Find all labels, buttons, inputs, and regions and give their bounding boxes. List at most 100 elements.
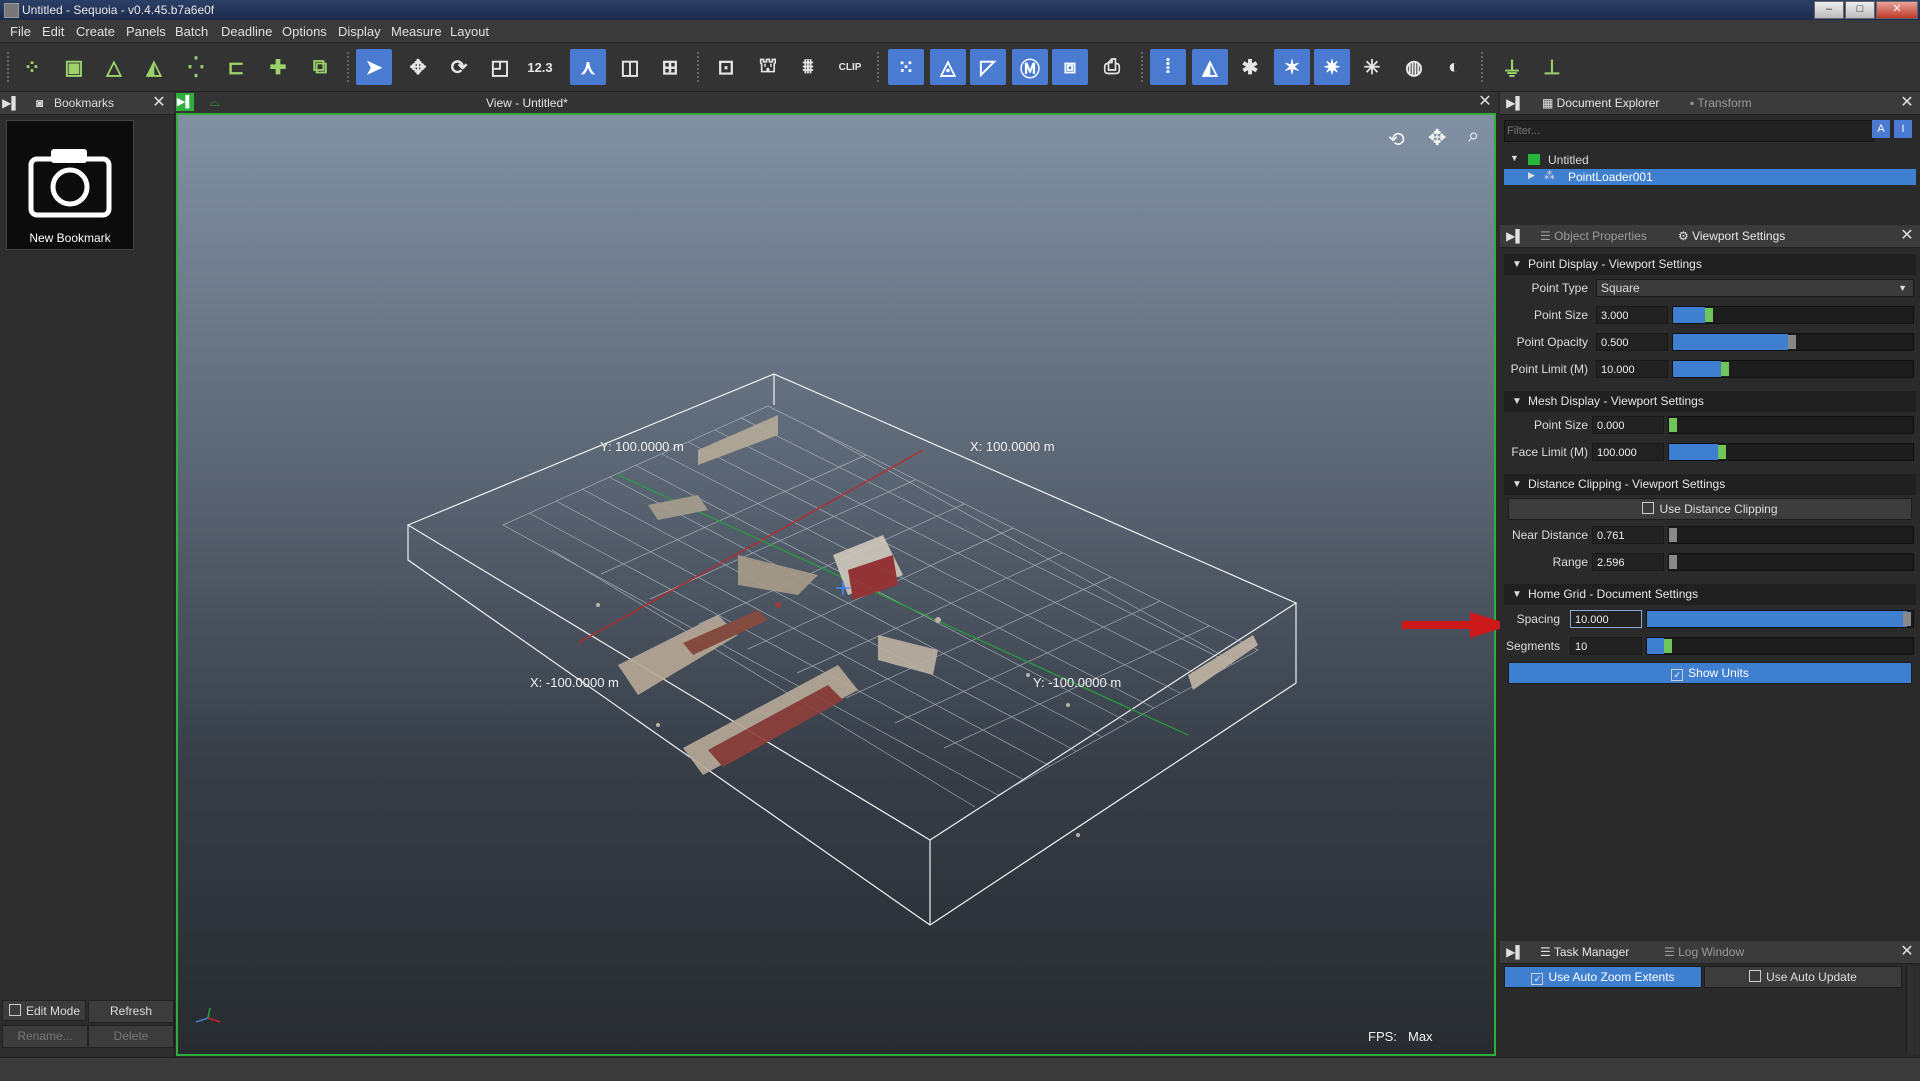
- grid-icon[interactable]: ⊞: [652, 49, 688, 85]
- 3d-viewport[interactable]: ⟲ ✥ ⌕ Y: 100.0000 m X: 100.0000 m X: -10…: [176, 113, 1496, 1056]
- axes-icon[interactable]: ⋏: [570, 49, 606, 85]
- panel-toggle-icon[interactable]: ▶▌: [1506, 94, 1524, 112]
- light-icon[interactable]: ✳: [1354, 49, 1390, 85]
- near-distance-slider[interactable]: [1668, 526, 1914, 544]
- use-auto-update-checkbox[interactable]: Use Auto Update: [1704, 966, 1902, 988]
- point-display-section[interactable]: ▼ Point Display - Viewport Settings: [1504, 254, 1916, 275]
- expand-icon[interactable]: ▼: [1510, 153, 1519, 163]
- points-mode-4-icon[interactable]: ✶: [1274, 49, 1310, 85]
- use-auto-zoom-extents-checkbox[interactable]: ✓ Use Auto Zoom Extents: [1504, 966, 1702, 988]
- filter-a-button[interactable]: A: [1872, 120, 1890, 138]
- point-limit-input[interactable]: 10.000: [1596, 360, 1668, 378]
- move-tool-icon[interactable]: ✥: [400, 49, 436, 85]
- distance-clipping-section[interactable]: ▼ Distance Clipping - Viewport Settings: [1504, 474, 1916, 495]
- tab-viewport-settings[interactable]: ⚙ Viewport Settings: [1678, 225, 1785, 247]
- segments-input[interactable]: 10: [1570, 637, 1642, 655]
- mesh-point-size-input[interactable]: 0.000: [1592, 416, 1664, 434]
- delete-button[interactable]: Delete: [88, 1025, 174, 1048]
- rename-button[interactable]: Rename...: [2, 1025, 88, 1048]
- menu-create[interactable]: Create: [76, 24, 115, 39]
- panel-toggle-icon[interactable]: ▶▌: [1506, 943, 1524, 961]
- tab-object-properties[interactable]: ☰ Object Properties: [1540, 225, 1647, 247]
- spacing-slider[interactable]: [1646, 610, 1914, 628]
- menu-options[interactable]: Options: [282, 24, 327, 39]
- show-units-checkbox[interactable]: ✓ Show Units: [1508, 662, 1912, 684]
- point-type-dropdown[interactable]: Square ▼: [1596, 279, 1914, 297]
- menu-display[interactable]: Display: [338, 24, 381, 39]
- points-mode-1-icon[interactable]: ⁞: [1150, 49, 1186, 85]
- scale-tool-icon[interactable]: ◰: [482, 49, 518, 85]
- marker-icon[interactable]: ✚: [260, 49, 296, 85]
- point-opacity-slider[interactable]: [1672, 333, 1914, 351]
- minimize-button[interactable]: –: [1814, 1, 1844, 19]
- rotate-tool-icon[interactable]: ⟳: [441, 49, 477, 85]
- mesh-display-section[interactable]: ▼ Mesh Display - Viewport Settings: [1504, 391, 1916, 412]
- close-icon[interactable]: ✕: [1898, 943, 1916, 961]
- mesh-creator-icon[interactable]: △: [96, 49, 132, 85]
- close-icon[interactable]: ✕: [1898, 94, 1916, 112]
- point-opacity-input[interactable]: 0.500: [1596, 333, 1668, 351]
- clip-icon[interactable]: CLIP: [832, 49, 868, 85]
- points-mode-2-icon[interactable]: ◭: [1192, 49, 1228, 85]
- menu-layout[interactable]: Layout: [450, 24, 489, 39]
- select-tool-icon[interactable]: ➤: [356, 49, 392, 85]
- snapshot-icon[interactable]: ⎙: [1094, 49, 1130, 85]
- tab-document-explorer[interactable]: ▦ Document Explorer: [1542, 92, 1659, 114]
- pivot-reset-icon[interactable]: ⊥: [1534, 49, 1570, 85]
- point-sampler-icon[interactable]: ⊏: [218, 49, 254, 85]
- menu-measure[interactable]: Measure: [391, 24, 442, 39]
- zoom-icon[interactable]: ⌕: [1468, 125, 1479, 148]
- point-size-slider[interactable]: [1672, 306, 1914, 324]
- tab-task-manager[interactable]: ☰ Task Manager: [1540, 941, 1629, 963]
- scene[interactable]: [178, 115, 1494, 1054]
- measure-tool-icon[interactable]: 12.3: [522, 49, 558, 85]
- mesh-point-size-slider[interactable]: [1668, 416, 1914, 434]
- near-distance-input[interactable]: 0.761: [1592, 526, 1664, 544]
- menu-file[interactable]: File: [10, 24, 31, 39]
- tree-item-untitled[interactable]: ▼ Untitled: [1504, 152, 1916, 168]
- segments-slider[interactable]: [1646, 637, 1914, 655]
- sphere-icon[interactable]: ◍: [1396, 49, 1432, 85]
- points-mode-5-icon[interactable]: ✷: [1314, 49, 1350, 85]
- mesh-visible-icon[interactable]: ◬: [930, 49, 966, 85]
- menu-batch[interactable]: Batch: [175, 24, 208, 39]
- panel-toggle-icon[interactable]: ▶▌: [2, 94, 20, 112]
- point-limit-slider[interactable]: [1672, 360, 1914, 378]
- clip-mesh-icon[interactable]: ⧈: [1052, 49, 1088, 85]
- mesh-export-icon[interactable]: ⩩: [790, 49, 826, 85]
- tree-item-pointloader[interactable]: ▶ ⁂ PointLoader001: [1504, 169, 1916, 185]
- face-limit-slider[interactable]: [1668, 443, 1914, 461]
- close-icon[interactable]: ✕: [150, 94, 168, 112]
- hide-icon[interactable]: ◸: [970, 49, 1006, 85]
- cube-icon[interactable]: ◫: [612, 49, 648, 85]
- sphere-shaded-icon[interactable]: ◐: [1436, 49, 1472, 85]
- spacing-input[interactable]: 10.000: [1570, 610, 1642, 628]
- menu-edit[interactable]: Edit: [42, 24, 64, 39]
- mesh-creator-multi-icon[interactable]: ◭: [136, 49, 172, 85]
- collapse-icon[interactable]: ▶: [1528, 170, 1535, 181]
- close-icon[interactable]: ✕: [1476, 93, 1494, 111]
- menu-deadline[interactable]: Deadline: [221, 24, 272, 39]
- pivot-icon[interactable]: ⏚: [1494, 49, 1530, 85]
- loader-multi-icon[interactable]: ⧉: [302, 49, 338, 85]
- menu-panels[interactable]: Panels: [126, 24, 166, 39]
- pan-icon[interactable]: ✥: [1428, 125, 1446, 151]
- filter-input[interactable]: [1504, 120, 1874, 142]
- range-input[interactable]: 2.596: [1592, 553, 1664, 571]
- orbit-icon[interactable]: ⟲: [1388, 127, 1405, 152]
- maximize-button[interactable]: □: [1845, 1, 1875, 19]
- point-cloud-icon[interactable]: ⁛: [178, 49, 214, 85]
- bookmarks-tab[interactable]: Bookmarks: [54, 96, 114, 110]
- frame-selection-icon[interactable]: ⊡: [708, 49, 744, 85]
- viewport-toggle-icon[interactable]: ▶▌: [176, 93, 194, 111]
- toolbar-grip[interactable]: [6, 51, 10, 83]
- points-visible-icon[interactable]: ⁙: [888, 49, 924, 85]
- point-size-input[interactable]: 3.000: [1596, 306, 1668, 324]
- bookmark-item[interactable]: New Bookmark: [6, 120, 134, 250]
- edit-mode-checkbox[interactable]: Edit Mode: [2, 1000, 86, 1021]
- use-distance-clipping-checkbox[interactable]: Use Distance Clipping: [1508, 498, 1912, 520]
- filter-i-button[interactable]: I: [1894, 120, 1912, 138]
- home-grid-section[interactable]: ▼ Home Grid - Document Settings: [1504, 584, 1916, 605]
- tab-transform[interactable]: ▪ Transform: [1690, 92, 1752, 114]
- mesh-loader-icon[interactable]: ▣: [56, 49, 92, 85]
